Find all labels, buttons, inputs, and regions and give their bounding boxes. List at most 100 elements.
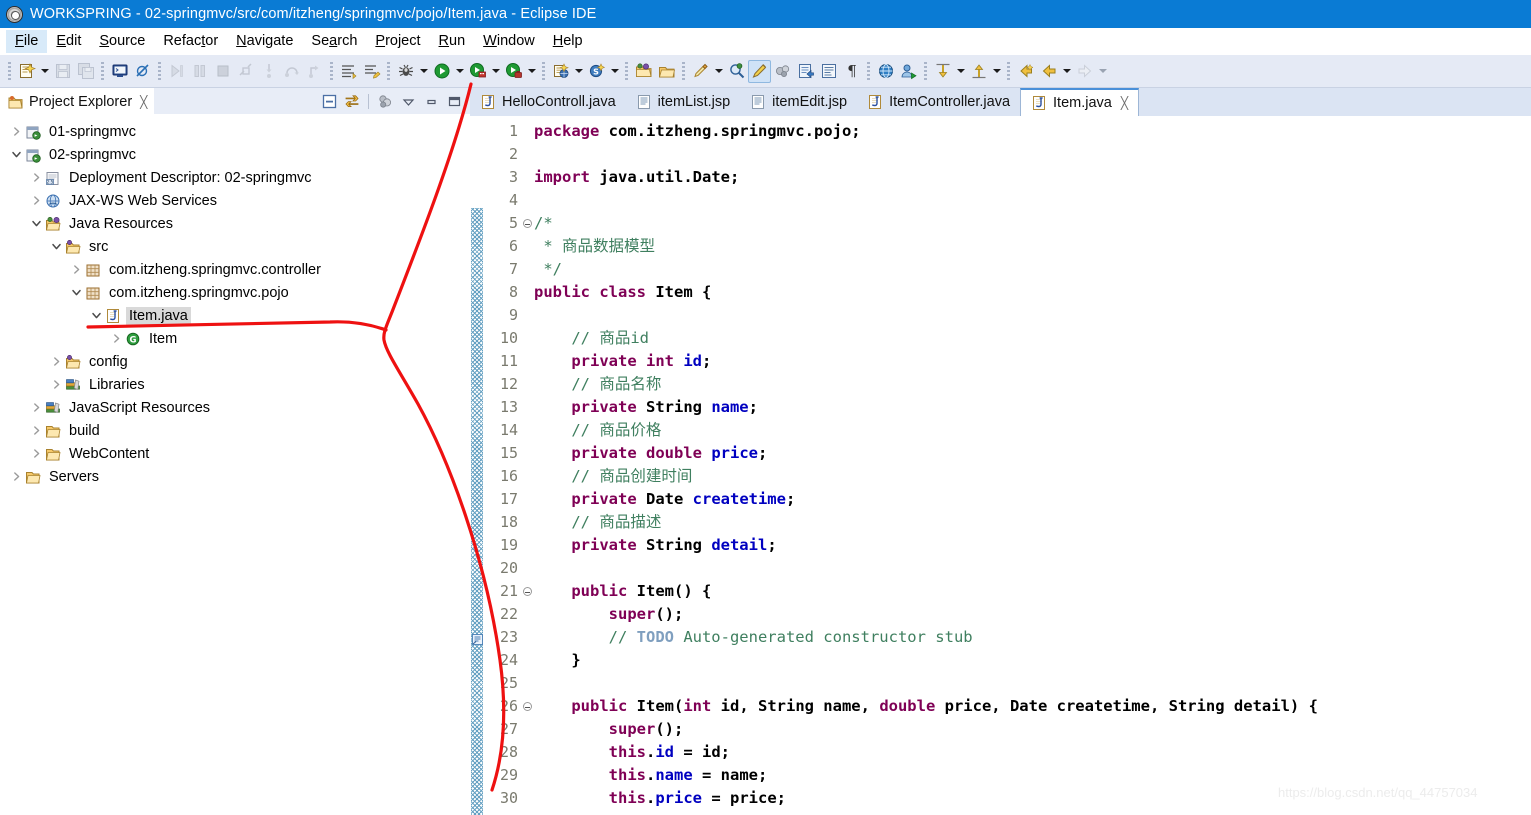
back-dropdown-arrow[interactable] xyxy=(1060,60,1073,83)
run-server-dropdown-arrow[interactable] xyxy=(489,60,502,83)
collapse-all-icon[interactable] xyxy=(319,91,339,111)
prev-edit-icon[interactable] xyxy=(931,60,954,83)
open-external-icon[interactable] xyxy=(794,60,817,83)
toolbar-group-handle[interactable] xyxy=(625,61,628,81)
tree-item-src[interactable]: src xyxy=(0,235,470,258)
fold-collapse-toggle[interactable] xyxy=(520,695,534,718)
open-task-icon[interactable] xyxy=(655,60,678,83)
menu-search[interactable]: Search xyxy=(302,30,366,53)
close-icon[interactable]: ╳ xyxy=(140,95,147,109)
quickfix-icon[interactable] xyxy=(689,60,712,83)
next-edit-dropdown-arrow[interactable] xyxy=(990,60,1003,83)
toolbar-group-handle[interactable] xyxy=(924,61,927,81)
fold-minus-icon[interactable] xyxy=(522,587,532,596)
link-with-editor-icon[interactable] xyxy=(342,91,362,111)
tree-item-javascript-resources[interactable]: JavaScript Resources xyxy=(0,396,470,419)
last-edit-icon[interactable] xyxy=(360,60,383,83)
chevron-right-icon[interactable] xyxy=(28,172,44,183)
tree-item-01-springmvc[interactable]: 01-springmvc xyxy=(0,120,470,143)
filter-icon[interactable] xyxy=(375,91,395,111)
tree-item-com-itzheng-springmvc-pojo[interactable]: com.itzheng.springmvc.pojo xyxy=(0,281,470,304)
tree-item-jax-ws-web-services[interactable]: JAX-WS Web Services xyxy=(0,189,470,212)
chevron-down-icon[interactable] xyxy=(8,149,24,160)
chevron-down-icon[interactable] xyxy=(48,241,64,252)
menu-refactor[interactable]: Refactor xyxy=(154,30,227,53)
chevron-right-icon[interactable] xyxy=(108,333,124,344)
run-icon[interactable] xyxy=(430,60,453,83)
pilcrow-icon[interactable]: ¶ xyxy=(840,60,863,83)
new-wizard-icon[interactable] xyxy=(15,60,38,83)
prev-edit-dropdown-arrow[interactable] xyxy=(954,60,967,83)
tree-item-java-resources[interactable]: Java Resources xyxy=(0,212,470,235)
web-browser-icon[interactable] xyxy=(874,60,897,83)
menu-source[interactable]: Source xyxy=(90,30,154,53)
chevron-right-icon[interactable] xyxy=(28,402,44,413)
tree-item-config[interactable]: config xyxy=(0,350,470,373)
todo-task-marker-icon[interactable] xyxy=(471,630,484,645)
console-icon[interactable] xyxy=(108,60,131,83)
fold-collapse-toggle[interactable] xyxy=(520,212,534,235)
toolbar-group-handle[interactable] xyxy=(8,61,11,81)
chevron-right-icon[interactable] xyxy=(48,356,64,367)
quickfix-dropdown-arrow[interactable] xyxy=(712,60,725,83)
back-icon[interactable] xyxy=(1037,60,1060,83)
toolbar-group-handle[interactable] xyxy=(330,61,333,81)
back-history-icon[interactable] xyxy=(1014,60,1037,83)
profile-icon[interactable] xyxy=(502,60,525,83)
skip-breakpoints-icon[interactable] xyxy=(131,60,154,83)
toolbar-group-handle[interactable] xyxy=(682,61,685,81)
search-icon[interactable] xyxy=(725,60,748,83)
folding-ruler[interactable] xyxy=(520,116,534,815)
menu-file[interactable]: File xyxy=(6,30,48,53)
fold-collapse-toggle[interactable] xyxy=(520,580,534,603)
editor-tab-itemedit-jsp[interactable]: itemEdit.jsp xyxy=(740,88,857,116)
tree-item-build[interactable]: build xyxy=(0,419,470,442)
link-icon[interactable] xyxy=(771,60,794,83)
tab-project-explorer[interactable]: Project Explorer ╳ xyxy=(0,88,155,114)
toggle-markoccurrences-icon[interactable] xyxy=(748,59,771,83)
chevron-down-icon[interactable] xyxy=(68,287,84,298)
chevron-right-icon[interactable] xyxy=(28,448,44,459)
chevron-right-icon[interactable] xyxy=(28,195,44,206)
chevron-right-icon[interactable] xyxy=(68,264,84,275)
next-annotation-icon[interactable] xyxy=(337,60,360,83)
show-whitespace-icon[interactable] xyxy=(817,60,840,83)
toolbar-group-handle[interactable] xyxy=(101,61,104,81)
toolbar-group-handle[interactable] xyxy=(1007,61,1010,81)
run-as-icon[interactable] xyxy=(897,60,920,83)
chevron-down-icon[interactable] xyxy=(88,310,104,321)
tree-item-com-itzheng-springmvc-controller[interactable]: com.itzheng.springmvc.controller xyxy=(0,258,470,281)
close-icon[interactable]: ╳ xyxy=(1121,96,1128,110)
toolbar-group-handle[interactable] xyxy=(542,61,545,81)
menu-edit[interactable]: Edit xyxy=(47,30,90,53)
debug-icon[interactable] xyxy=(394,60,417,83)
next-edit-icon[interactable] xyxy=(967,60,990,83)
chevron-down-icon[interactable] xyxy=(28,218,44,229)
chevron-right-icon[interactable] xyxy=(8,471,24,482)
menu-project[interactable]: Project xyxy=(366,30,429,53)
new-class-dropdown-arrow[interactable] xyxy=(608,60,621,83)
run-dropdown-arrow[interactable] xyxy=(453,60,466,83)
chevron-right-icon[interactable] xyxy=(28,425,44,436)
tree-item-webcontent[interactable]: WebContent xyxy=(0,442,470,465)
menu-window[interactable]: Window xyxy=(474,30,544,53)
tree-item-item[interactable]: G Item xyxy=(0,327,470,350)
tree-item-item-java[interactable]: Item.java xyxy=(0,304,470,327)
new-wizard-dropdown-arrow[interactable] xyxy=(38,60,51,83)
maximize-icon[interactable] xyxy=(444,91,464,111)
fold-minus-icon[interactable] xyxy=(522,219,532,228)
chevron-right-icon[interactable] xyxy=(48,379,64,390)
toolbar-group-handle[interactable] xyxy=(158,61,161,81)
new-java-project-dropdown-arrow[interactable] xyxy=(572,60,585,83)
editor-tab-hellocontroll-java[interactable]: HelloControll.java xyxy=(470,88,626,116)
menu-run[interactable]: Run xyxy=(430,30,475,53)
new-java-project-icon[interactable] xyxy=(549,60,572,83)
profile-dropdown-arrow[interactable] xyxy=(525,60,538,83)
run-server-icon[interactable] xyxy=(466,60,489,83)
editor-tab-itemlist-jsp[interactable]: itemList.jsp xyxy=(626,88,741,116)
fold-minus-icon[interactable] xyxy=(522,702,532,711)
menu-navigate[interactable]: Navigate xyxy=(227,30,302,53)
view-menu-icon[interactable] xyxy=(398,91,418,111)
menu-help[interactable]: Help xyxy=(544,30,592,53)
tree-item-02-springmvc[interactable]: 02-springmvc xyxy=(0,143,470,166)
